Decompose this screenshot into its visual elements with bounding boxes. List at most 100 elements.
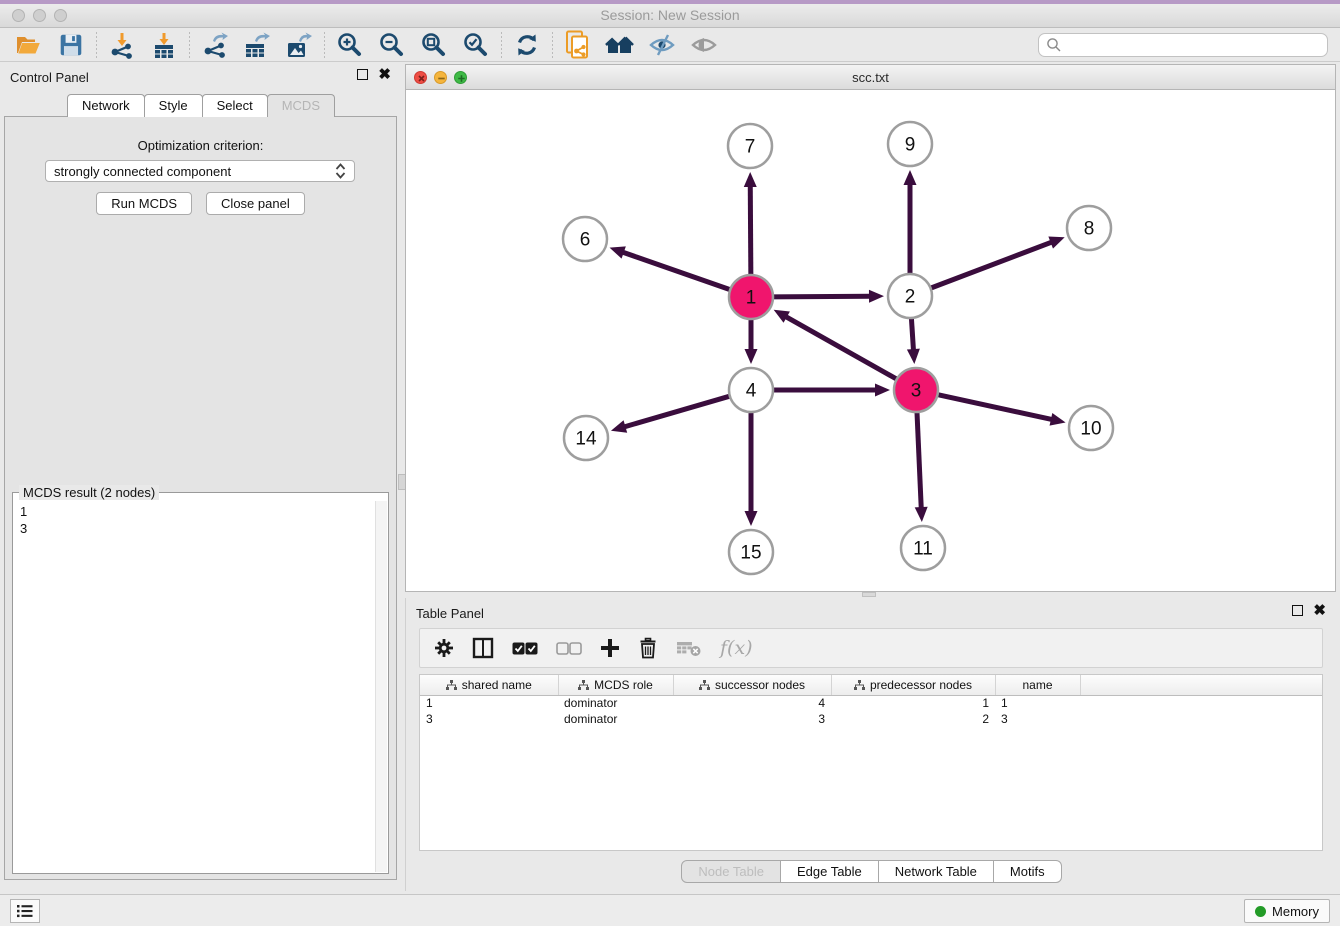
table-row[interactable]: 1 dominator 4 1 1 (420, 695, 1322, 711)
tab-select[interactable]: Select (202, 94, 268, 117)
toolbar-separator (189, 32, 190, 58)
mcds-result-item: 1 (20, 503, 369, 520)
delete-column-icon[interactable] (638, 633, 658, 663)
show-columns-icon[interactable] (472, 633, 494, 663)
column-header-name[interactable]: name (995, 675, 1080, 695)
table-type-tabs: Node Table Edge Table Network Table Moti… (406, 860, 1336, 883)
criterion-dropdown[interactable]: strongly connected component (45, 160, 355, 182)
export-image-icon[interactable] (278, 29, 320, 61)
close-panel-icon[interactable]: ✖ (378, 69, 391, 80)
zoom-out-icon[interactable] (371, 29, 413, 61)
open-session-icon[interactable] (8, 29, 50, 61)
graph-edge-arrowhead (869, 290, 884, 303)
float-panel-icon[interactable] (357, 69, 368, 80)
table-panel: Table Panel ✖ (405, 598, 1336, 891)
graph-node-label: 10 (1080, 419, 1101, 440)
column-header-mcds-role[interactable]: MCDS role (558, 675, 673, 695)
graph-edge-1-6[interactable] (622, 252, 732, 291)
graph-node-label: 15 (740, 543, 761, 564)
table-panel-title: Table Panel (416, 606, 484, 621)
graph-edge-3-10[interactable] (936, 394, 1053, 419)
column-header-shared-name[interactable]: shared name (420, 675, 558, 695)
network-window-title: scc.txt (406, 70, 1335, 85)
result-scrollbar[interactable] (375, 501, 387, 872)
tab-style[interactable]: Style (144, 94, 203, 117)
toolbar-separator (324, 32, 325, 58)
tab-network[interactable]: Network (67, 94, 145, 117)
graph-edge-2-3[interactable] (911, 316, 913, 351)
graph-node-label: 9 (905, 135, 916, 156)
close-panel-button[interactable]: Close panel (206, 192, 305, 215)
run-mcds-button[interactable]: Run MCDS (96, 192, 192, 215)
memory-label: Memory (1272, 904, 1319, 919)
window-titlebar: Session: New Session (0, 0, 1340, 28)
search-input[interactable] (1063, 35, 1327, 55)
home-icon[interactable] (599, 29, 641, 61)
function-builder-icon[interactable]: f(x) (720, 637, 753, 659)
search-field[interactable] (1038, 33, 1328, 57)
toolbar-separator (96, 32, 97, 58)
import-table-icon[interactable] (143, 29, 185, 61)
status-bar: Memory (0, 894, 1340, 926)
horizontal-splitter-grip[interactable] (862, 592, 876, 597)
application-window: Session: New Session (0, 0, 1340, 926)
graph-edge-arrowhead (610, 246, 626, 258)
float-table-panel-icon[interactable] (1292, 605, 1303, 616)
graph-edge-arrowhead (875, 384, 890, 397)
graph-node-label: 8 (1084, 219, 1095, 240)
import-network-icon[interactable] (101, 29, 143, 61)
network-window-titlebar[interactable]: scc.txt (406, 65, 1335, 90)
table-settings-gear-icon[interactable] (434, 633, 454, 663)
toolbar-separator (552, 32, 553, 58)
select-all-icon[interactable] (512, 633, 538, 663)
graph-node-label: 2 (905, 287, 916, 308)
network-canvas[interactable]: 7968124314101511 (406, 90, 1335, 591)
close-table-panel-icon[interactable]: ✖ (1313, 605, 1326, 616)
graph-edge-arrowhead (915, 507, 928, 522)
show-panels-icon[interactable] (683, 29, 725, 61)
mcds-result-list[interactable]: 1 3 (14, 501, 375, 872)
column-type-icon (699, 680, 710, 690)
zoom-selected-icon[interactable] (455, 29, 497, 61)
save-session-icon[interactable] (50, 29, 92, 61)
graph-edge-3-1[interactable] (785, 316, 899, 380)
column-header-predecessor-nodes[interactable]: predecessor nodes (831, 675, 995, 695)
memory-status-icon (1255, 906, 1266, 917)
mcds-result-item: 3 (20, 520, 369, 537)
control-panel-title: Control Panel (10, 70, 89, 85)
graph-edge-2-8[interactable] (929, 242, 1053, 289)
graph-edge-arrowhead (611, 420, 627, 432)
stepper-icon (335, 163, 346, 179)
export-table-icon[interactable] (236, 29, 278, 61)
refresh-icon[interactable] (506, 29, 548, 61)
window-title: Session: New Session (0, 7, 1340, 23)
deselect-all-icon[interactable] (556, 633, 582, 663)
new-network-from-file-icon[interactable] (557, 29, 599, 61)
graph-node-label: 4 (746, 381, 757, 402)
graph-edge-3-11[interactable] (917, 410, 921, 509)
column-header-successor-nodes[interactable]: successor nodes (673, 675, 831, 695)
optimization-criterion-label: Optimization criterion: (0, 138, 401, 153)
mcds-result-title: MCDS result (2 nodes) (19, 485, 159, 500)
task-history-icon[interactable] (10, 899, 40, 923)
graph-node-label: 11 (913, 539, 933, 560)
hide-unhide-panels-icon[interactable] (641, 29, 683, 61)
graph-edge-1-2[interactable] (771, 296, 871, 297)
tab-motifs[interactable]: Motifs (993, 860, 1062, 883)
zoom-fit-icon[interactable] (413, 29, 455, 61)
delete-table-icon[interactable] (676, 633, 702, 663)
graph-edge-4-14[interactable] (623, 396, 731, 428)
memory-button[interactable]: Memory (1244, 899, 1330, 923)
graph-edge-1-7[interactable] (750, 185, 751, 277)
zoom-in-icon[interactable] (329, 29, 371, 61)
graph-edge-arrowhead (1050, 413, 1066, 426)
tab-mcds[interactable]: MCDS (267, 94, 335, 117)
export-network-icon[interactable] (194, 29, 236, 61)
tab-edge-table[interactable]: Edge Table (780, 860, 879, 883)
graph-edge-arrowhead (744, 172, 757, 187)
add-column-icon[interactable] (600, 633, 620, 663)
tab-network-table[interactable]: Network Table (878, 860, 994, 883)
tab-node-table[interactable]: Node Table (681, 860, 781, 883)
mcds-result-box: MCDS result (2 nodes) 1 3 (12, 492, 389, 874)
table-row[interactable]: 3 dominator 3 2 3 (420, 711, 1322, 727)
